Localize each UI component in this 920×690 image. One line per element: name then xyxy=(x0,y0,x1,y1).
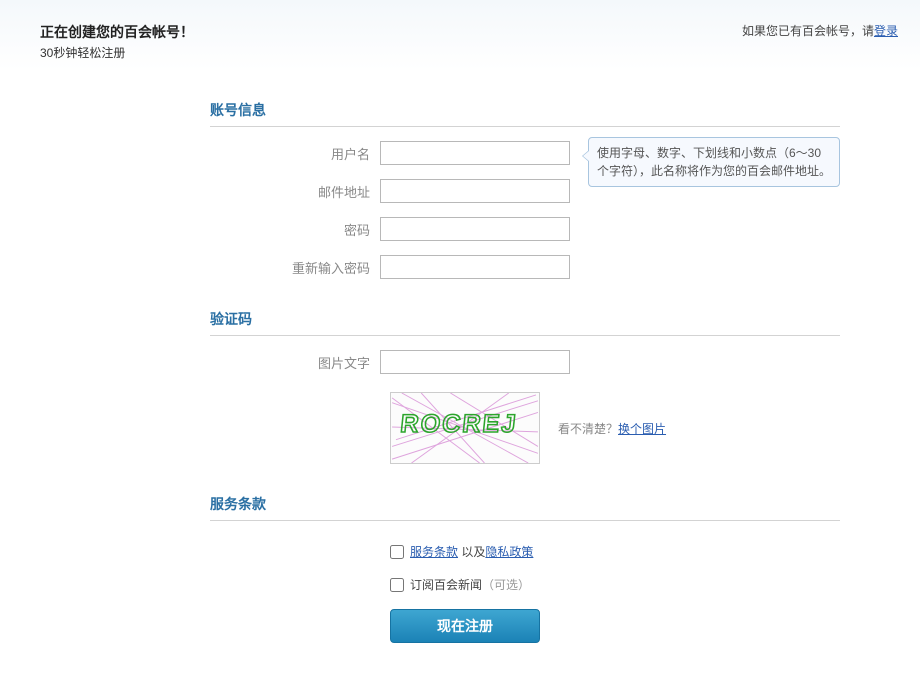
captcha-box: ROCREJ 看不清楚？换个图片 xyxy=(390,392,910,464)
tos-joiner: 以及 xyxy=(458,545,485,559)
captcha-image: ROCREJ xyxy=(390,392,540,464)
terms-row-newsletter: 订阅百会新闻（可选） xyxy=(390,576,910,593)
newsletter-label: 订阅百会新闻 xyxy=(410,578,482,592)
password-confirm-input[interactable] xyxy=(380,255,570,279)
label-username: 用户名 xyxy=(210,144,380,163)
label-password-confirm: 重新输入密码 xyxy=(210,258,380,277)
login-link[interactable]: 登录 xyxy=(874,24,898,38)
label-password: 密码 xyxy=(210,220,380,239)
label-email: 邮件地址 xyxy=(210,182,380,201)
terms-row-tos: 服务条款 以及隐私政策 xyxy=(390,543,910,560)
newsletter-optional: （可选） xyxy=(482,578,530,592)
section-captcha-heading: 验证码 xyxy=(210,279,840,336)
submit-row: 现在注册 xyxy=(390,609,910,643)
login-prompt-text: 如果您已有百会帐号，请 xyxy=(742,24,874,38)
password-input[interactable] xyxy=(380,217,570,241)
register-button[interactable]: 现在注册 xyxy=(390,609,540,643)
row-password: 密码 xyxy=(210,217,910,241)
signup-form: 账号信息 用户名 使用字母、数字、下划线和小数点（6～30个字符），此名称将作为… xyxy=(210,70,910,643)
email-input[interactable] xyxy=(380,179,570,203)
page-header: 正在创建您的百会帐号！ 30秒钟轻松注册 如果您已有百会帐号，请登录 xyxy=(0,0,920,70)
captcha-svg: ROCREJ xyxy=(391,393,539,463)
tos-link[interactable]: 服务条款 xyxy=(410,545,458,559)
captcha-hint-prefix: 看不清楚？ xyxy=(558,422,618,436)
row-password-confirm: 重新输入密码 xyxy=(210,255,910,279)
captcha-refresh-link[interactable]: 换个图片 xyxy=(618,422,666,436)
captcha-hint: 看不清楚？换个图片 xyxy=(558,420,666,437)
terms-rows: 服务条款 以及隐私政策 订阅百会新闻（可选） xyxy=(390,543,910,593)
row-email: 邮件地址 xyxy=(210,179,910,203)
captcha-input[interactable] xyxy=(380,350,570,374)
newsletter-checkbox[interactable] xyxy=(390,578,404,592)
privacy-link[interactable]: 隐私政策 xyxy=(485,545,533,559)
label-captcha-text: 图片文字 xyxy=(210,353,380,372)
page-subtitle: 30秒钟轻松注册 xyxy=(40,44,898,61)
row-captcha-text: 图片文字 xyxy=(210,350,910,374)
section-terms-heading: 服务条款 xyxy=(210,464,840,521)
tos-checkbox[interactable] xyxy=(390,545,404,559)
login-prompt: 如果您已有百会帐号，请登录 xyxy=(742,22,898,39)
username-input[interactable] xyxy=(380,141,570,165)
section-account-heading: 账号信息 xyxy=(210,70,840,127)
captcha-text: ROCREJ xyxy=(399,410,519,438)
row-username: 用户名 使用字母、数字、下划线和小数点（6～30个字符），此名称将作为您的百会邮… xyxy=(210,141,910,165)
